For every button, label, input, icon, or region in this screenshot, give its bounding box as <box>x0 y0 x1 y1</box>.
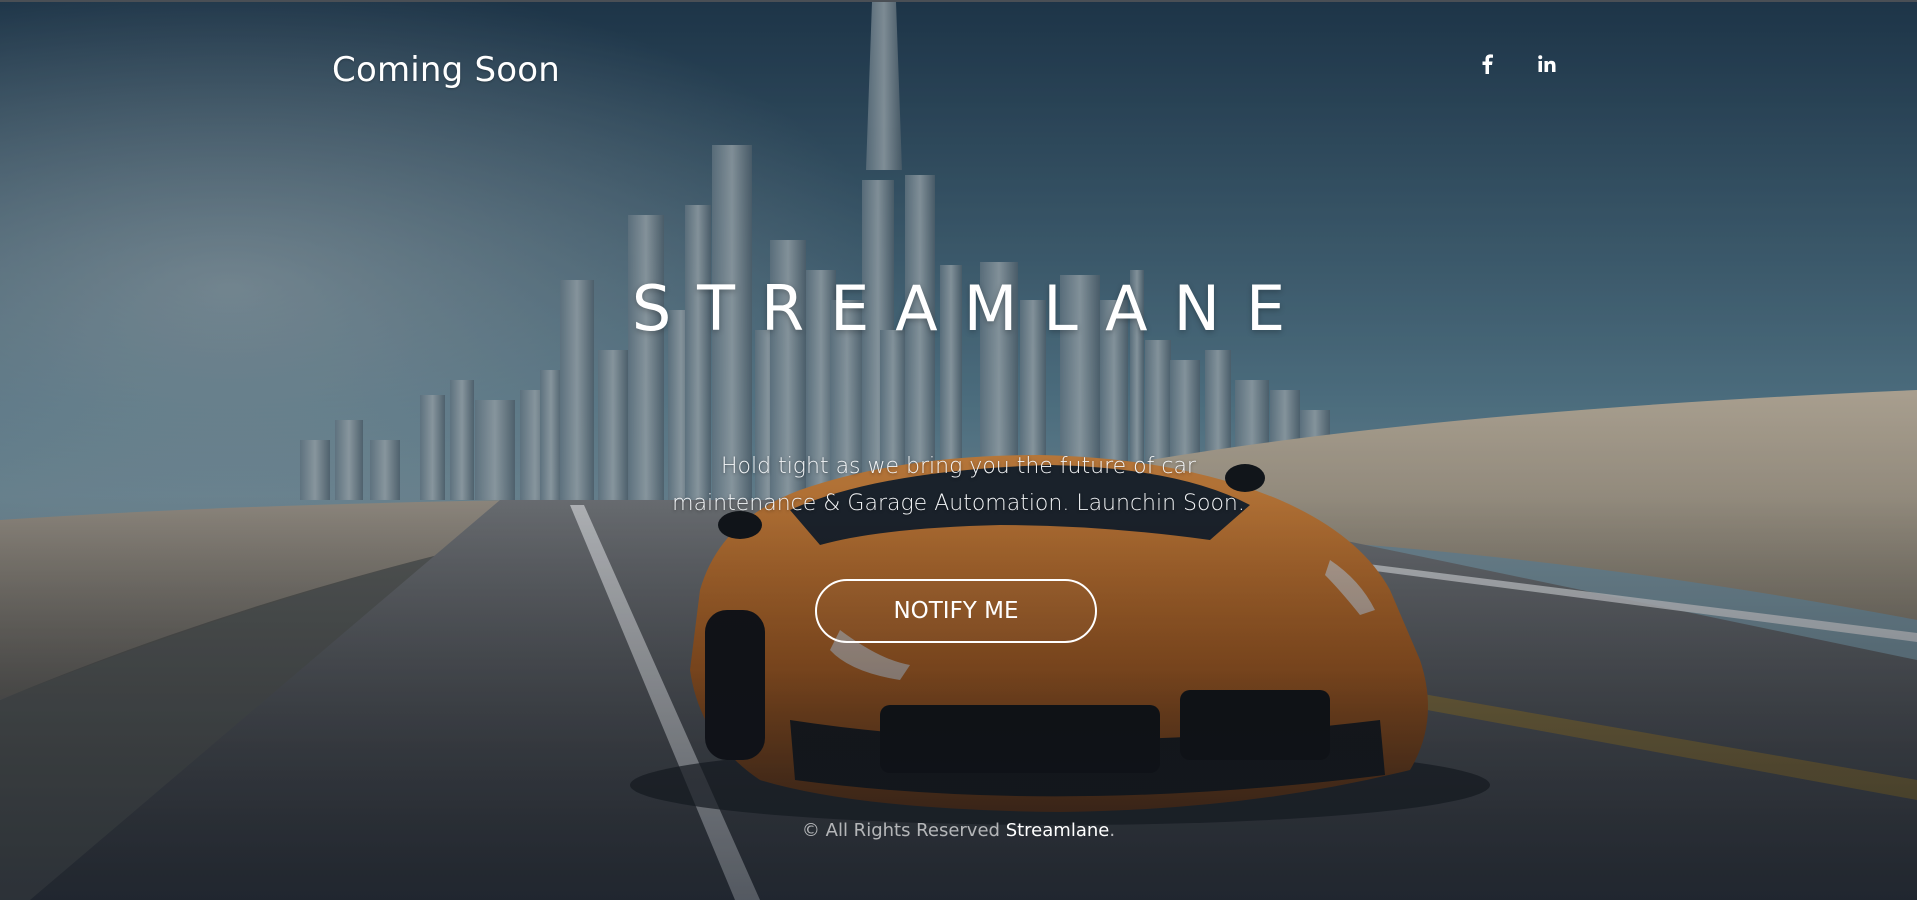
footer-suffix: . <box>1109 820 1116 841</box>
linkedin-icon <box>1538 55 1556 72</box>
browser-top-border <box>0 0 1917 2</box>
tagline: Hold tight as we bring you the future of… <box>0 448 1917 522</box>
tagline-line-2: maintenance & Garage Automation. Launchi… <box>672 491 1245 516</box>
coming-soon-page: Coming Soon STREAMLANE Hold tight as we … <box>0 0 1917 900</box>
copyright-text: © All Rights Reserved <box>801 820 1006 841</box>
brand-headline: STREAMLANE <box>631 272 1312 345</box>
social-links <box>1475 50 1559 78</box>
linkedin-link[interactable] <box>1535 50 1559 78</box>
notify-me-button[interactable]: NOTIFY ME <box>815 579 1097 643</box>
tagline-line-1: Hold tight as we bring you the future of… <box>721 454 1196 479</box>
facebook-link[interactable] <box>1475 50 1499 78</box>
footer-brand-link[interactable]: Streamlane <box>1006 820 1110 841</box>
footer: © All Rights Reserved Streamlane. <box>0 820 1917 841</box>
hero-content: Coming Soon STREAMLANE Hold tight as we … <box>0 0 1917 900</box>
facebook-icon <box>1482 54 1493 74</box>
page-title: Coming Soon <box>332 50 560 90</box>
